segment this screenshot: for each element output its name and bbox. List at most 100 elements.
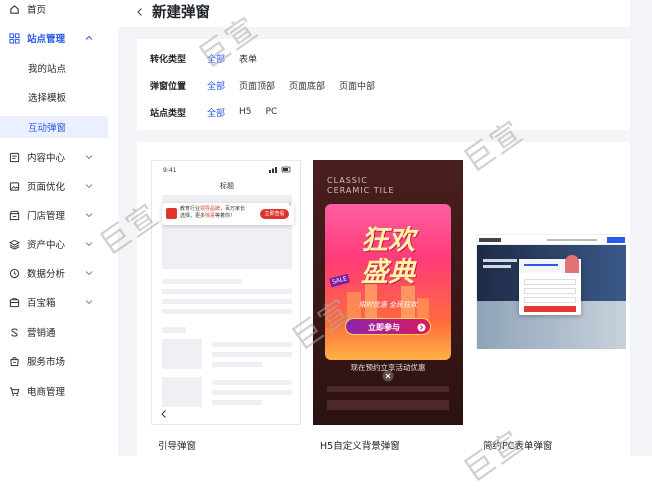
filter-option-form[interactable]: 表单	[239, 52, 257, 65]
guide-popup-text: 教育行业领导品牌，百万家长 选择，更多惊喜等着你！	[180, 206, 256, 220]
layers-icon	[9, 239, 20, 250]
sidebar-item-store-management[interactable]: 门店管理	[0, 203, 118, 227]
sidebar-item-label: 站点管理	[27, 34, 66, 45]
cart-icon	[9, 386, 20, 396]
filter-label: 转化类型	[150, 54, 187, 65]
sidebar-subitem-label: 我的站点	[28, 64, 67, 75]
sidebar-item-treasure-box[interactable]: 百宝箱	[0, 290, 118, 314]
sidebar-item-content-center[interactable]: 内容中心	[0, 145, 118, 169]
marketing-icon	[11, 327, 18, 337]
chevron-down-icon	[85, 271, 93, 276]
sidebar-subitem-label: 选择模板	[28, 93, 67, 104]
sidebar-item-site-management[interactable]: 站点管理	[0, 26, 118, 50]
filter-option-bottom[interactable]: 页面底部	[289, 79, 325, 92]
sidebar-item-label: 营销通	[27, 328, 56, 339]
cta-label: 立即参与	[368, 323, 400, 332]
bg-text-line: CLASSIC	[327, 176, 368, 185]
sidebar-item-label: 首页	[27, 5, 47, 16]
sidebar-item-label: 内容中心	[27, 153, 66, 164]
pc-nav-links	[547, 239, 597, 241]
filter-option-top[interactable]: 页面顶部	[239, 79, 275, 92]
filter-popup-position: 弹窗位置 全部 页面顶部 页面底部 页面中部	[150, 78, 389, 92]
banner-text: 等着你！	[215, 213, 236, 219]
skeleton-line	[162, 289, 292, 294]
template-grid: 9:41 标题 教育行业领导品牌，百万家长 选择，更多惊喜等着你！ 立即查看 ×	[137, 142, 630, 456]
chevron-down-icon	[85, 300, 93, 305]
pc-form-input	[524, 288, 576, 294]
pc-form-input	[524, 279, 576, 285]
sidebar: 首页 站点管理 我的站点 选择模板 互动弹窗 内容中心 页面优化 门店管理 资产…	[0, 0, 118, 456]
back-icon[interactable]	[135, 6, 145, 18]
template-caption: H5自定义背景弹窗	[320, 441, 400, 452]
skeleton-line	[212, 400, 262, 405]
template-preview: CLASSIC CERAMIC TILE 狂欢 盛典 SALE 限时优惠 全民狂…	[313, 160, 463, 425]
pc-hero-line	[483, 265, 511, 268]
banner-text: ，百万家长	[220, 206, 246, 212]
content-icon	[9, 152, 20, 162]
pc-page-mock	[476, 234, 626, 349]
clock-icon	[9, 268, 20, 278]
avatar	[565, 255, 579, 273]
filter-option-all[interactable]: 全部	[207, 79, 225, 92]
sidebar-item-ecommerce[interactable]: 电商管理	[0, 379, 118, 403]
home-icon	[10, 4, 19, 14]
chevron-down-icon	[85, 155, 93, 160]
sidebar-subitem-interactive-popup[interactable]: 互动弹窗	[0, 116, 108, 138]
sidebar-item-label: 资产中心	[27, 240, 66, 251]
filter-option-pc[interactable]: PC	[266, 107, 278, 117]
filter-panel: 转化类型 全部 表单 弹窗位置 全部 页面顶部 页面底部 页面中部 站点类型 全…	[137, 39, 630, 130]
banner-text: 教育行业	[180, 206, 201, 212]
filter-option-middle[interactable]: 页面中部	[339, 79, 375, 92]
skeleton-thumb	[162, 377, 202, 407]
pc-form-title	[524, 264, 558, 266]
filter-option-all[interactable]: 全部	[207, 106, 225, 119]
banner-text: 选择，更多	[180, 213, 206, 219]
main-content: 新建弹窗 转化类型 全部 表单 弹窗位置 全部 页面顶部 页面底部 页面中部 站…	[118, 0, 652, 486]
skeleton-line	[212, 342, 292, 347]
sidebar-item-data-analysis[interactable]: 数据分析	[0, 261, 118, 285]
template-preview: 9:41 标题 教育行业领导品牌，百万家长 选择，更多惊喜等着你！ 立即查看 ×	[151, 160, 301, 425]
sidebar-item-page-optimization[interactable]: 页面优化	[0, 174, 118, 198]
skeleton-line	[212, 380, 292, 385]
template-card-guide[interactable]: 9:41 标题 教育行业领导品牌，百万家长 选择，更多惊喜等着你！ 立即查看 ×	[151, 160, 301, 456]
store-icon	[9, 210, 20, 220]
skeleton-line	[162, 299, 292, 304]
template-card-pc-form[interactable]: 简约PC表单弹窗	[476, 160, 626, 456]
pc-form-popup	[519, 255, 581, 315]
pc-form-input	[524, 297, 576, 303]
phone-title: 标题	[220, 182, 234, 190]
brand-logo-icon	[166, 208, 177, 219]
template-card-h5-custom-bg[interactable]: CLASSIC CERAMIC TILE 狂欢 盛典 SALE 限时优惠 全民狂…	[313, 160, 463, 456]
pc-nav-button	[607, 237, 625, 243]
sidebar-item-asset-center[interactable]: 资产中心	[0, 232, 118, 256]
filter-option-all[interactable]: 全部	[207, 52, 225, 65]
sidebar-item-label: 页面优化	[27, 182, 66, 193]
chevron-up-icon	[85, 35, 93, 40]
phone-time: 9:41	[163, 167, 177, 174]
h5-popup-poster: 狂欢 盛典 SALE 限时优惠 全民狂欢 立即参与	[325, 204, 451, 360]
chevron-down-icon	[85, 242, 93, 247]
sidebar-item-home[interactable]: 首页	[0, 0, 118, 21]
skeleton-line	[212, 352, 292, 357]
skeleton-line	[162, 327, 186, 333]
filter-site-type: 站点类型 全部 H5 PC	[150, 105, 291, 119]
sidebar-item-service-market[interactable]: 服务市场	[0, 349, 118, 373]
sidebar-subitem-choose-template[interactable]: 选择模板	[0, 86, 108, 108]
filter-conversion-type: 转化类型 全部 表单	[150, 51, 271, 65]
chevron-down-icon	[85, 213, 93, 218]
footer-strip	[0, 456, 652, 486]
skeleton-thumb	[162, 339, 202, 369]
sidebar-item-label: 门店管理	[27, 211, 66, 222]
bag-icon	[10, 356, 19, 366]
filter-option-h5[interactable]: H5	[239, 107, 252, 117]
sidebar-item-label: 服务市场	[27, 357, 66, 368]
banner-highlight: 惊喜	[205, 213, 216, 219]
sidebar-item-label: 百宝箱	[27, 298, 56, 309]
sidebar-subitem-my-sites[interactable]: 我的站点	[0, 57, 108, 79]
bg-skeleton-line	[327, 386, 449, 392]
h5-popup-cta: 立即参与	[345, 318, 431, 335]
skeleton-line	[212, 390, 292, 395]
bg-skeleton-line	[327, 400, 449, 410]
phone-status-icon	[269, 166, 291, 173]
sidebar-item-marketing[interactable]: 营销通	[0, 320, 118, 344]
